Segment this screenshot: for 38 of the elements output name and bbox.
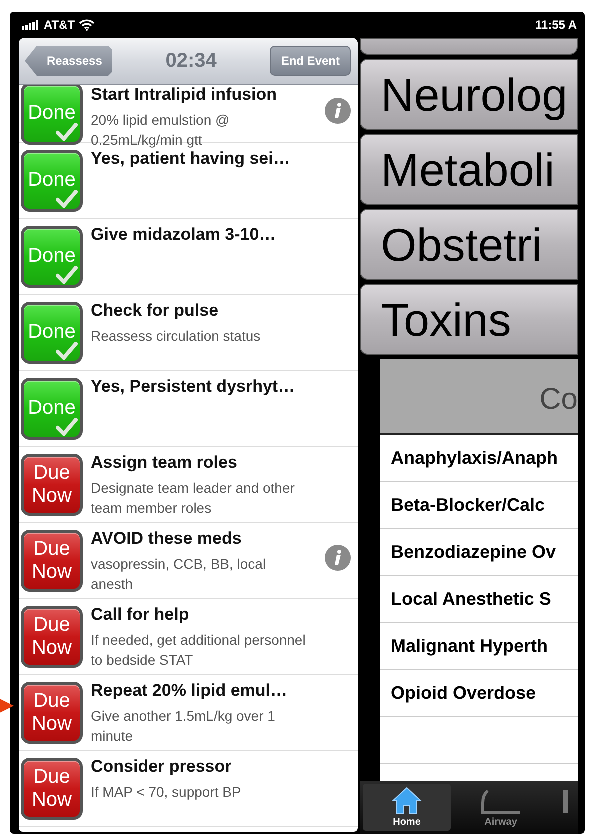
tab[interactable]: Home xyxy=(363,784,451,831)
category-button[interactable]: Obstetri xyxy=(360,209,578,280)
task-description: If MAP < 70, support BP xyxy=(91,783,242,802)
clock-time: 11:55 A xyxy=(535,18,577,32)
task-title: AVOID these meds xyxy=(91,529,243,549)
task-title: Yes, patient having sei… xyxy=(91,149,292,169)
task-description: If needed, get additional personnel to bedside STAT xyxy=(91,631,307,670)
status-button[interactable]: Due Now xyxy=(21,454,83,516)
task-title: Call for help xyxy=(91,605,190,625)
status-button[interactable]: Due Now xyxy=(21,758,83,820)
status-button[interactable]: Due Now xyxy=(21,530,83,592)
task-title: Give midazolam 3-10… xyxy=(91,225,278,245)
task-title: Repeat 20% lipid emul… xyxy=(91,681,288,701)
task-description: Designate team leader and other team member roles xyxy=(91,479,296,518)
task-title: Consider pressor xyxy=(91,757,233,777)
category-button[interactable]: Metaboli xyxy=(360,134,578,205)
status-button[interactable]: Due Now xyxy=(21,682,83,744)
task-title: Assign team roles xyxy=(91,453,238,473)
toxin-list-item[interactable]: Beta-Blocker/Calc xyxy=(391,494,546,516)
task-description: vasopressin, CCB, BB, local anesth xyxy=(91,555,268,594)
task-description: 20% lipid emulstion @ 0.25mL/kg/min gtt xyxy=(91,111,231,150)
category-button[interactable]: Neurolog xyxy=(360,59,578,130)
toxin-list-item[interactable]: Opioid Overdose xyxy=(391,682,536,704)
carrier-name: AT&T xyxy=(44,18,76,32)
tab[interactable]: Airway xyxy=(457,784,545,831)
status-button[interactable]: Due Now xyxy=(21,606,83,668)
category-button[interactable]: Toxins xyxy=(360,284,578,355)
event-timer: 02:34 xyxy=(164,50,218,72)
toxin-list-item[interactable]: Benzodiazepine Ov xyxy=(391,542,556,562)
task-description: Reassess circulation status xyxy=(91,327,262,346)
task-title: Start Intralipid infusion xyxy=(91,85,278,105)
toxin-list-item[interactable]: Malignant Hyperth xyxy=(391,636,548,656)
toxin-list-item[interactable]: Local Anesthetic S xyxy=(391,588,552,610)
toxin-list-item[interactable]: Anaphylaxis/Anaph xyxy=(391,448,558,468)
task-description: Give another 1.5mL/kg over 1 minute xyxy=(91,707,276,746)
task-title: Check for pulse xyxy=(91,301,220,321)
task-title: Yes, Persistent dysrhyt… xyxy=(91,377,296,397)
section-header: Co xyxy=(380,359,578,435)
